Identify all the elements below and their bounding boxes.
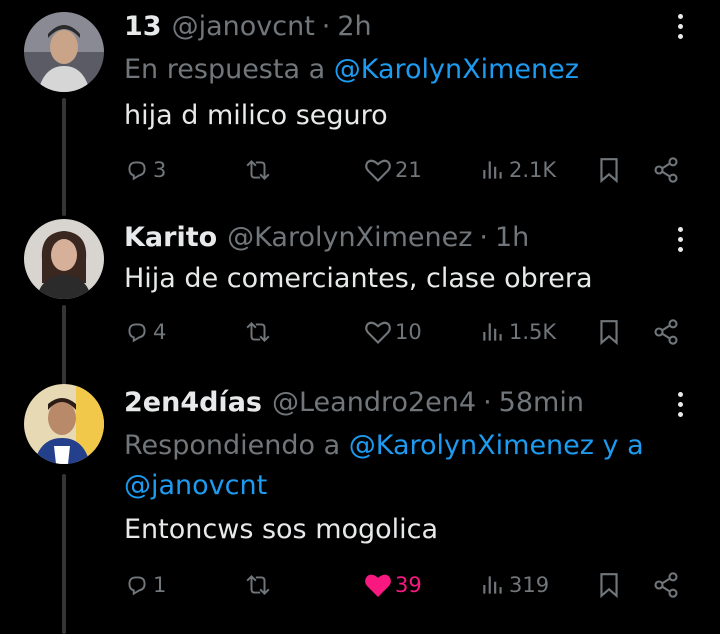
thread-line — [62, 474, 66, 634]
views-icon — [483, 323, 502, 341]
separator-dot: · — [483, 386, 492, 418]
separator-dot: · — [321, 10, 331, 42]
views-button[interactable]: 319 — [480, 565, 549, 605]
more-options-button[interactable] — [668, 8, 692, 44]
like-button[interactable]: 10 — [364, 312, 422, 352]
share-icon — [654, 572, 678, 598]
reply-button[interactable]: 3 — [124, 150, 166, 190]
tweet-2[interactable]: Karito @KarolynXimenez · 1h Hija de come… — [0, 215, 720, 385]
action-bar: 1 39 319 — [124, 565, 694, 605]
reply-count: 4 — [153, 320, 167, 344]
views-count: 1.5K — [509, 320, 557, 344]
action-bar: 4 10 1.5K — [124, 312, 694, 352]
more-icon — [677, 226, 683, 232]
reply-button[interactable]: 4 — [124, 312, 166, 352]
author-handle[interactable]: @Leandro2en4 — [272, 387, 476, 418]
more-options-button[interactable] — [668, 386, 692, 422]
reply-icon — [128, 576, 146, 596]
avatar-image-icon — [24, 12, 104, 92]
more-icon — [677, 391, 683, 397]
like-button[interactable]: 21 — [364, 150, 422, 190]
views-icon — [483, 576, 502, 594]
share-button[interactable] — [652, 150, 680, 190]
like-count: 39 — [395, 573, 422, 597]
author-handle[interactable]: @KarolynXimenez — [227, 222, 472, 253]
tweet-text: Entoncws sos mogolica — [124, 514, 439, 545]
more-icon-dot — [677, 411, 683, 417]
reply-context: En respuesta a @KarolynXimenez — [124, 50, 579, 90]
tweet-header: Karito @KarolynXimenez · 1h — [124, 217, 529, 257]
like-count: 10 — [395, 320, 422, 344]
like-button[interactable]: 39 — [364, 565, 422, 605]
author-handle[interactable]: @janovcnt — [172, 11, 315, 42]
views-count: 319 — [509, 573, 550, 597]
retweet-button[interactable] — [242, 565, 274, 605]
share-icon — [654, 157, 678, 183]
reply-mention[interactable]: @KarolynXimenez — [334, 54, 579, 85]
action-bar: 3 21 2.1K — [124, 150, 694, 190]
like-icon — [365, 159, 391, 182]
views-count: 2.1K — [509, 158, 557, 182]
retweet-button[interactable] — [242, 312, 274, 352]
avatar[interactable] — [24, 219, 104, 299]
reply-icon — [128, 161, 146, 181]
reply-context: Respondiendo a @KarolynXimenez y a — [124, 426, 644, 466]
bookmark-button[interactable] — [596, 565, 622, 605]
reply-mention[interactable]: @janovcnt — [124, 470, 267, 501]
avatar-image-icon — [24, 384, 104, 464]
timestamp[interactable]: 1h — [495, 222, 529, 253]
avatar-image-icon — [24, 219, 104, 299]
reply-prefix: Respondiendo a — [124, 430, 341, 461]
bookmark-icon — [600, 158, 618, 184]
retweet-icon — [246, 321, 270, 343]
share-button[interactable] — [652, 565, 680, 605]
author-name[interactable]: 13 — [124, 11, 162, 42]
reply-mention[interactable]: @KarolynXimenez y a — [349, 430, 644, 461]
views-button[interactable]: 1.5K — [480, 312, 556, 352]
tweet-header: 2en4días @Leandro2en4 · 58min — [124, 382, 584, 422]
thread-line — [62, 305, 66, 385]
share-icon — [654, 319, 678, 345]
separator-dot: · — [479, 221, 488, 253]
like-icon — [365, 574, 391, 597]
more-icon-dot — [677, 33, 683, 39]
tweet-text: hija d milico seguro — [124, 100, 388, 131]
reply-count: 1 — [153, 573, 167, 597]
bookmark-button[interactable] — [596, 150, 622, 190]
more-icon-dot — [677, 236, 683, 242]
more-icon-dot — [677, 23, 683, 29]
retweet-icon — [246, 574, 270, 596]
thread-line — [62, 98, 66, 216]
tweet-header: 13 @janovcnt · 2h — [124, 6, 372, 46]
retweet-icon — [246, 159, 270, 181]
reply-prefix: En respuesta a — [124, 54, 326, 85]
reply-count: 3 — [153, 158, 167, 182]
views-button[interactable]: 2.1K — [480, 150, 556, 190]
more-icon-dot — [677, 246, 683, 252]
tweet-1[interactable]: 13 @janovcnt · 2h En respuesta a @Karoly… — [0, 0, 720, 216]
share-button[interactable] — [652, 312, 680, 352]
timestamp[interactable]: 58min — [499, 387, 584, 418]
more-options-button[interactable] — [668, 221, 692, 257]
avatar[interactable] — [24, 384, 104, 464]
author-name[interactable]: Karito — [124, 222, 217, 253]
more-icon — [677, 13, 683, 19]
like-icon — [365, 321, 391, 344]
bookmark-icon — [600, 320, 618, 346]
reply-icon — [128, 323, 146, 343]
bookmark-button[interactable] — [596, 312, 622, 352]
retweet-button[interactable] — [242, 150, 274, 190]
reply-button[interactable]: 1 — [124, 565, 166, 605]
tweet-3[interactable]: 2en4días @Leandro2en4 · 58min Respondien… — [0, 380, 720, 634]
views-icon — [483, 161, 502, 179]
timestamp[interactable]: 2h — [337, 11, 371, 42]
more-icon-dot — [677, 401, 683, 407]
reply-context-line-2: @janovcnt — [124, 466, 267, 506]
bookmark-icon — [600, 573, 618, 599]
avatar[interactable] — [24, 12, 104, 92]
tweet-text: Hija de comerciantes, clase obrera — [124, 263, 593, 294]
author-name[interactable]: 2en4días — [124, 387, 262, 418]
like-count: 21 — [395, 158, 422, 182]
